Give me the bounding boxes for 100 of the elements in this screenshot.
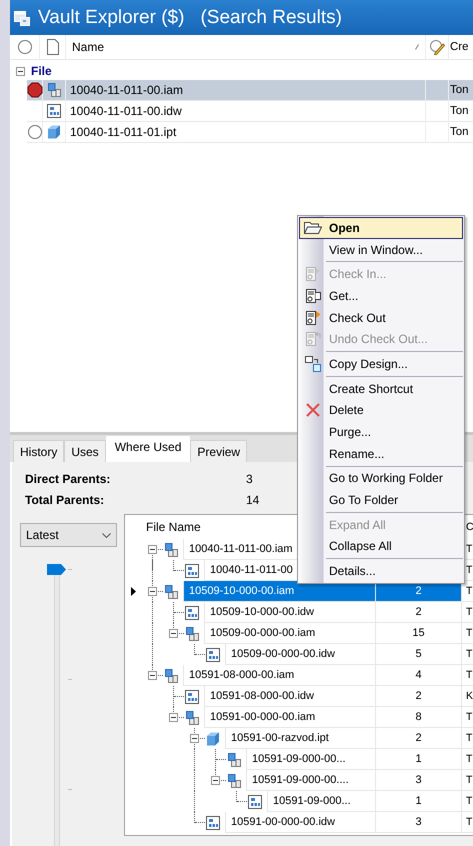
menu-item[interactable]: View in Window...: [299, 238, 463, 260]
file-name-cell[interactable]: 10591-09-000-00...: [246, 749, 376, 770]
file-name: 10040-11-011-01.ipt: [70, 125, 176, 139]
column-header[interactable]: Cre: [450, 41, 469, 53]
menu-item[interactable]: Go To Folder: [299, 489, 463, 511]
open-folder-icon: [304, 220, 322, 235]
menu-item[interactable]: Check Out: [299, 306, 463, 328]
row-indicator-icon: [131, 587, 136, 596]
version-dropdown[interactable]: Latest: [20, 523, 117, 547]
file-name-cell[interactable]: 10509-10-000-00.iam: [183, 581, 376, 602]
menu-item[interactable]: Get...: [299, 285, 463, 307]
drawing-file-icon: [46, 103, 62, 119]
version-slider[interactable]: [47, 564, 71, 846]
window-title: Vault Explorer ($): [38, 6, 184, 28]
drawing-file-icon: [205, 646, 221, 662]
collapse-icon[interactable]: [169, 713, 178, 722]
count-cell: 1: [415, 753, 422, 765]
table-cell: T: [466, 753, 472, 765]
menu-item[interactable]: Open: [299, 217, 463, 239]
file-name-cell[interactable]: 10591-00-razvod.ipt: [225, 728, 376, 749]
menu-item[interactable]: Purge...: [299, 421, 463, 443]
table-cell: T: [466, 774, 472, 786]
slider-thumb[interactable]: [47, 564, 66, 575]
collapse-icon[interactable]: [190, 734, 199, 743]
menu-item[interactable]: Delete: [299, 400, 463, 422]
drawing-file-icon: [247, 794, 263, 810]
count-cell: 4: [415, 669, 422, 681]
creator-cell: Ton: [450, 84, 469, 96]
file-row[interactable]: 10040-11-011-00.iam Ton: [27, 80, 473, 101]
count-cell: 3: [415, 816, 422, 828]
delete-icon: [305, 402, 321, 418]
file-name-cell[interactable]: 10591-00-000-00.iam: [204, 707, 376, 728]
column-header[interactable]: File Name: [146, 520, 201, 534]
drawing-file-icon: [184, 562, 200, 578]
collapse-icon[interactable]: [148, 671, 157, 680]
table-cell: T: [466, 816, 472, 828]
file-name: 10040-11-011-00.iam: [70, 83, 183, 97]
collapse-icon[interactable]: [16, 66, 25, 76]
collapse-icon[interactable]: [148, 587, 157, 596]
assembly-file-icon: [163, 584, 179, 600]
file-row[interactable]: 10040-11-011-00.idw Ton: [27, 101, 473, 122]
file-name-cell[interactable]: 10591-08-000-00.idw: [204, 686, 376, 707]
table-cell: T: [466, 669, 472, 681]
table-cell: T: [466, 648, 472, 660]
file-name: 10040-11-011-00.idw: [70, 104, 182, 118]
collapse-icon[interactable]: [169, 629, 178, 638]
assembly-file-icon: [184, 710, 200, 726]
menu-item[interactable]: Copy Design...: [299, 353, 463, 375]
count-cell: 5: [415, 648, 422, 660]
column-header[interactable]: Name: [72, 40, 104, 54]
part-file-icon: [205, 730, 221, 746]
file-name-cell[interactable]: 10591-08-000-00.iam: [183, 665, 376, 686]
menu-item[interactable]: Go to Working Folder: [299, 468, 463, 490]
file-name-cell[interactable]: 10591-09-000-00....: [246, 770, 376, 791]
file-row[interactable]: 10040-11-011-01.ipt Ton: [27, 122, 473, 143]
tab[interactable]: Uses: [64, 440, 106, 462]
document-icon: [46, 39, 58, 55]
status-column-icon: [16, 39, 32, 55]
table-cell: T: [466, 795, 472, 807]
tab[interactable]: History: [13, 440, 64, 462]
assembly-file-icon: [184, 626, 200, 642]
count-cell: 2: [415, 732, 422, 744]
document-icon: [305, 288, 321, 304]
table-cell: T: [466, 627, 472, 639]
collapse-icon[interactable]: [211, 776, 220, 785]
document-icon: [305, 310, 321, 326]
file-name-cell[interactable]: 10591-00-000-00.idw: [225, 812, 376, 833]
table-cell: T: [466, 585, 472, 597]
drawing-file-icon: [184, 688, 200, 704]
table-cell: T: [466, 564, 472, 576]
count-cell: 2: [415, 606, 422, 618]
count-cell: 2: [415, 585, 422, 597]
assembly-file-icon: [226, 772, 242, 788]
part-file-icon: [46, 124, 62, 140]
file-name-cell[interactable]: 10509-00-000-00.idw: [225, 644, 376, 665]
creator-cell: Ton: [450, 126, 469, 138]
tab[interactable]: Preview: [190, 440, 248, 462]
document-icon: [305, 331, 321, 348]
count-cell: 15: [412, 627, 425, 639]
drawing-file-icon: [184, 604, 200, 620]
assembly-file-icon: [163, 542, 179, 558]
window-subtitle: (Search Results): [200, 6, 342, 28]
group-label: File: [31, 64, 52, 78]
file-name-cell[interactable]: 10509-00-000-00.iam: [204, 623, 376, 644]
assembly-file-icon: [226, 752, 242, 768]
document-icon: [305, 266, 321, 282]
menu-item[interactable]: Create Shortcut: [299, 378, 463, 400]
chevron-down-icon: [102, 532, 111, 538]
table-cell: T: [466, 606, 472, 618]
count-cell: 2: [415, 690, 422, 702]
menu-item[interactable]: Rename...: [299, 442, 463, 465]
column-header[interactable]: C: [466, 521, 473, 533]
window-icon: [14, 10, 30, 26]
file-name-cell[interactable]: 10509-10-000-00.idw: [204, 602, 376, 623]
pencil-icon: [429, 39, 445, 55]
collapse-icon[interactable]: [148, 545, 157, 554]
file-name-cell[interactable]: 10591-09-000...: [267, 791, 376, 812]
tab[interactable]: Where Used: [106, 436, 190, 462]
stat-label: Direct Parents:: [25, 472, 112, 486]
assembly-file-icon: [163, 668, 179, 684]
